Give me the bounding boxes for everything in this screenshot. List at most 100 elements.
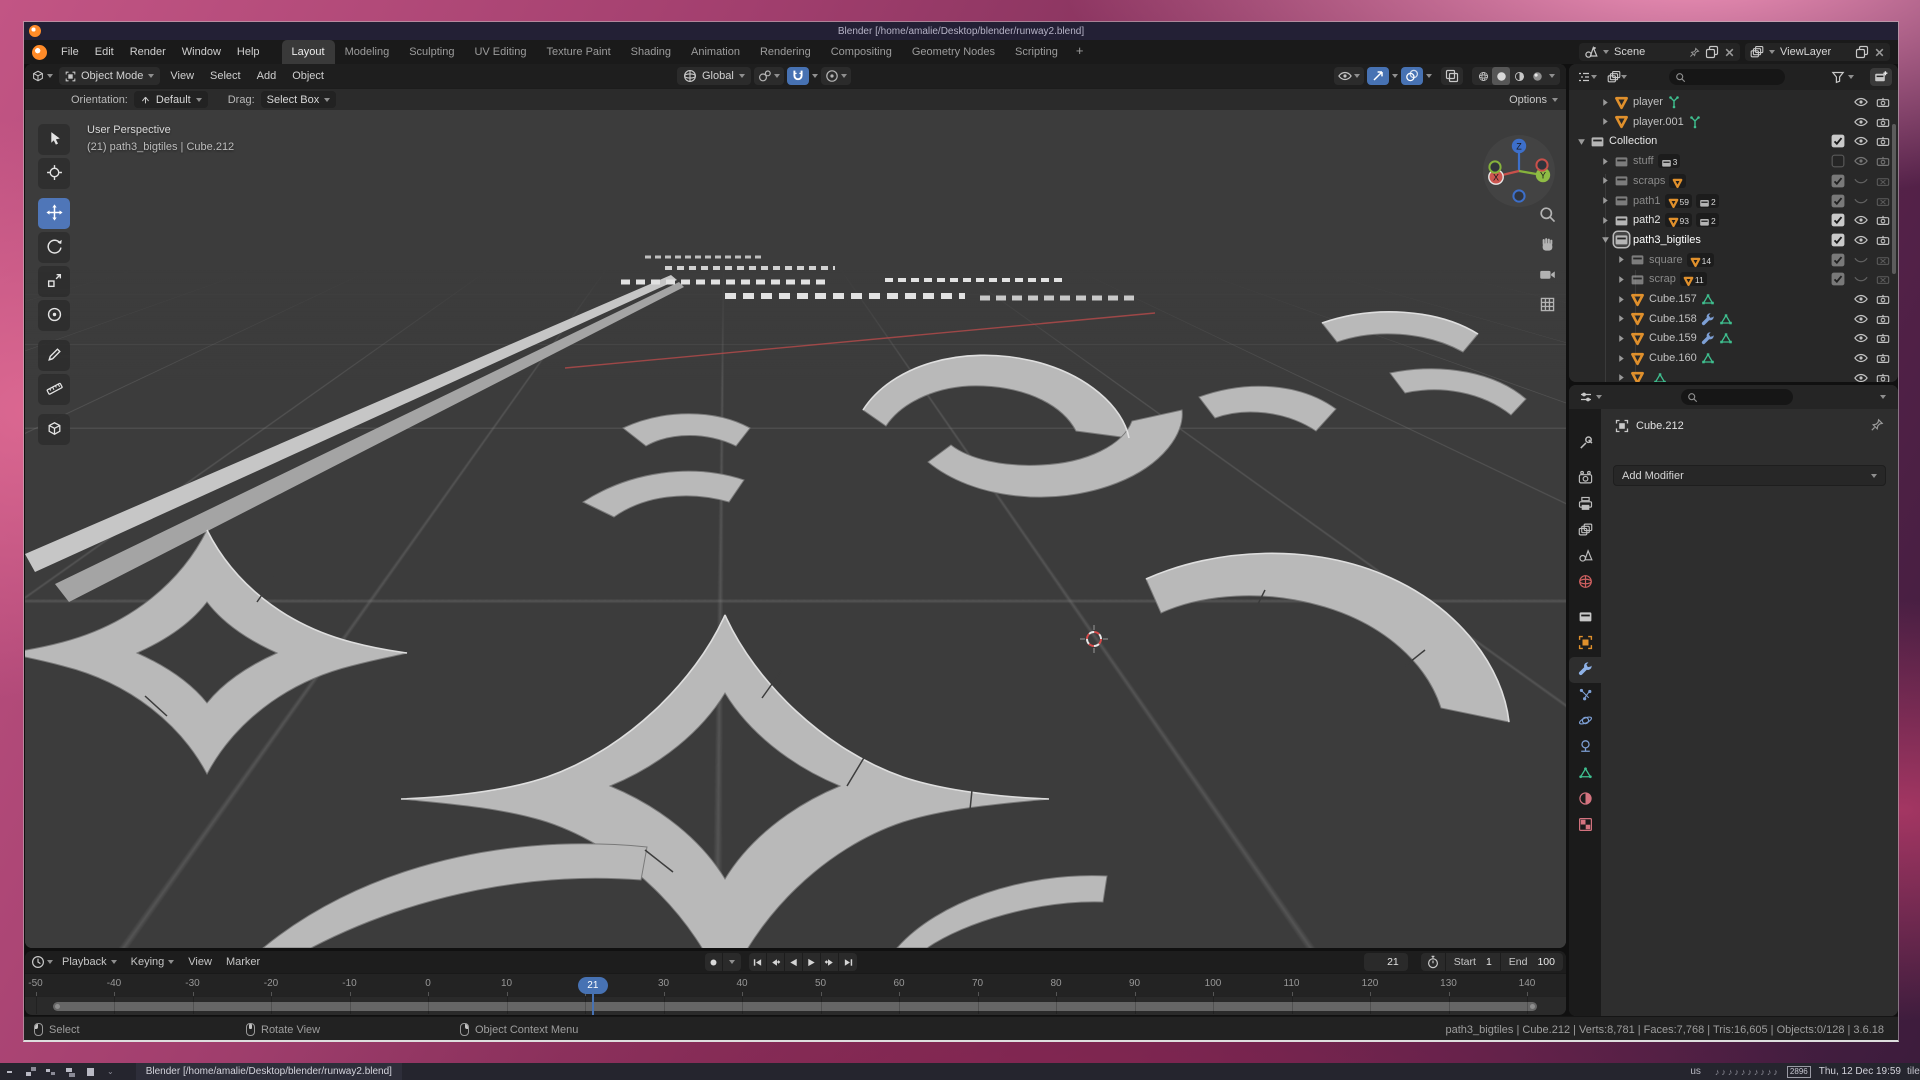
- expand-icon[interactable]: [1601, 176, 1610, 185]
- eye-closed-icon[interactable]: [1853, 252, 1869, 268]
- outliner-row-Cube.157[interactable]: Cube.157: [1569, 289, 1898, 309]
- scene-selector[interactable]: Scene: [1579, 43, 1740, 61]
- jump-end-button[interactable]: [839, 953, 857, 971]
- navigation-gizmo[interactable]: Z Y X: [1481, 133, 1557, 209]
- ortho-grid-icon[interactable]: [1539, 296, 1556, 313]
- eye-open-icon[interactable]: [1853, 311, 1869, 327]
- taskbar-window-button[interactable]: Blender [/home/amalie/Desktop/blender/ru…: [136, 1063, 402, 1080]
- pin-icon[interactable]: [1689, 47, 1700, 58]
- pager-icon-4[interactable]: [66, 1067, 77, 1077]
- camera-enabled-icon[interactable]: [1875, 370, 1891, 382]
- pager-icon-1[interactable]: [6, 1067, 17, 1077]
- camera-enabled-icon[interactable]: [1875, 114, 1891, 130]
- properties-tab-scene[interactable]: [1569, 544, 1601, 570]
- tab-modeling[interactable]: Modeling: [335, 40, 400, 64]
- tool-measure-button[interactable]: [38, 374, 70, 405]
- camera-enabled-icon[interactable]: [1875, 133, 1891, 149]
- checkbox-on[interactable]: [1830, 133, 1846, 149]
- camera-disabled-icon[interactable]: [1875, 173, 1891, 189]
- viewport-menu-add[interactable]: Add: [249, 64, 285, 88]
- tab-scripting[interactable]: Scripting: [1005, 40, 1068, 64]
- collapse-icon[interactable]: [1601, 235, 1610, 244]
- zoom-icon[interactable]: [1539, 206, 1556, 223]
- camera-enabled-icon[interactable]: [1875, 212, 1891, 228]
- viewport-menu-view[interactable]: View: [162, 64, 202, 88]
- snap-toggle[interactable]: [787, 67, 809, 85]
- eye-open-icon[interactable]: [1853, 350, 1869, 366]
- eye-open-icon[interactable]: [1853, 153, 1869, 169]
- xray-toggle[interactable]: [1441, 67, 1463, 85]
- playhead-line[interactable]: [592, 997, 594, 1015]
- chevron-down-icon[interactable]: [1392, 74, 1398, 78]
- outliner-row-scrap[interactable]: scrap11: [1569, 269, 1898, 289]
- tab-sculpting[interactable]: Sculpting: [399, 40, 464, 64]
- outliner-row-path1[interactable]: path1592: [1569, 191, 1898, 211]
- drag-mode-dropdown[interactable]: Select Box: [261, 91, 337, 108]
- eye-open-icon[interactable]: [1853, 232, 1869, 248]
- outliner-row-path2[interactable]: path2932: [1569, 210, 1898, 230]
- properties-tab-physics[interactable]: [1569, 709, 1601, 735]
- checkbox-on[interactable]: [1830, 232, 1846, 248]
- properties-tab-material[interactable]: [1569, 787, 1601, 813]
- keyboard-layout-indicator[interactable]: us: [1690, 1066, 1701, 1077]
- tab-rendering[interactable]: Rendering: [750, 40, 821, 64]
- properties-tab-texture[interactable]: [1569, 813, 1601, 839]
- chevron-down-icon[interactable]: [1549, 74, 1555, 78]
- new-collection-button[interactable]: [1870, 68, 1892, 86]
- properties-tab-object-data[interactable]: [1569, 761, 1601, 787]
- menu-window[interactable]: Window: [174, 40, 229, 64]
- timeline-menu-marker[interactable]: Marker: [219, 956, 267, 968]
- properties-tab-world[interactable]: [1569, 570, 1601, 596]
- editor-type-outliner-icon[interactable]: [1577, 70, 1591, 84]
- viewport-menu-object[interactable]: Object: [284, 64, 332, 88]
- timeline-menu-playback[interactable]: Playback: [55, 956, 124, 968]
- outliner-row-scraps[interactable]: scraps: [1569, 171, 1898, 191]
- tab-uv-editing[interactable]: UV Editing: [464, 40, 536, 64]
- checkbox-on[interactable]: [1830, 212, 1846, 228]
- pager-arrow-icon[interactable]: ⌄: [107, 1067, 114, 1076]
- tool-transform-button[interactable]: [38, 300, 70, 331]
- eye-closed-icon[interactable]: [1853, 271, 1869, 287]
- add-workspace-button[interactable]: +: [1068, 40, 1092, 64]
- properties-tab-object[interactable]: [1569, 631, 1601, 657]
- properties-tab-output[interactable]: [1569, 492, 1601, 518]
- properties-tab-render[interactable]: [1569, 466, 1601, 492]
- play-reverse-button[interactable]: [785, 953, 803, 971]
- properties-tab-modifiers[interactable]: [1569, 657, 1601, 683]
- editor-type-timeline-icon[interactable]: [31, 955, 45, 969]
- expand-icon[interactable]: [1601, 216, 1610, 225]
- visibility-dropdown[interactable]: [1334, 67, 1364, 85]
- viewport-canvas[interactable]: User Perspective (21) path3_bigtiles | C…: [25, 110, 1566, 948]
- options-dropdown[interactable]: Options: [1509, 94, 1558, 106]
- properties-tab-view-layer[interactable]: [1569, 518, 1601, 544]
- camera-enabled-icon[interactable]: [1875, 291, 1891, 307]
- expand-icon[interactable]: [1617, 314, 1626, 323]
- tray-icon[interactable]: ♪: [1741, 1067, 1747, 1077]
- playhead-badge[interactable]: 21: [578, 977, 608, 994]
- display-mode-icon[interactable]: [1607, 70, 1621, 84]
- shading-solid-button[interactable]: [1492, 67, 1510, 85]
- timeline-tracks[interactable]: [25, 996, 1566, 1014]
- checkbox-on[interactable]: [1830, 193, 1846, 209]
- outliner-row-path3_bigtiles[interactable]: path3_bigtiles: [1569, 230, 1898, 250]
- viewport-menu-select[interactable]: Select: [202, 64, 249, 88]
- camera-enabled-icon[interactable]: [1875, 350, 1891, 366]
- close-icon[interactable]: [1724, 47, 1735, 58]
- menu-file[interactable]: File: [53, 40, 87, 64]
- properties-tab-particles[interactable]: [1569, 683, 1601, 709]
- filter-dropdown[interactable]: [1831, 70, 1854, 84]
- tray-icon[interactable]: ♪: [1767, 1067, 1773, 1077]
- collapse-icon[interactable]: [1577, 137, 1586, 146]
- properties-tab-tool[interactable]: [1569, 431, 1601, 457]
- editor-type-3dview-icon[interactable]: [31, 69, 45, 83]
- outliner-row-Cube.158[interactable]: Cube.158: [1569, 309, 1898, 329]
- pager-icon-2[interactable]: [26, 1067, 37, 1077]
- camera-disabled-icon[interactable]: [1875, 252, 1891, 268]
- editor-type-properties-icon[interactable]: [1579, 390, 1593, 404]
- timeline-scrollbar[interactable]: [53, 1002, 1537, 1011]
- frame-end-field[interactable]: End100: [1501, 953, 1563, 971]
- expand-icon[interactable]: [1617, 354, 1626, 363]
- checkbox-on[interactable]: [1830, 252, 1846, 268]
- camera-view-icon[interactable]: [1539, 266, 1556, 283]
- shading-rendered-button[interactable]: [1528, 67, 1546, 85]
